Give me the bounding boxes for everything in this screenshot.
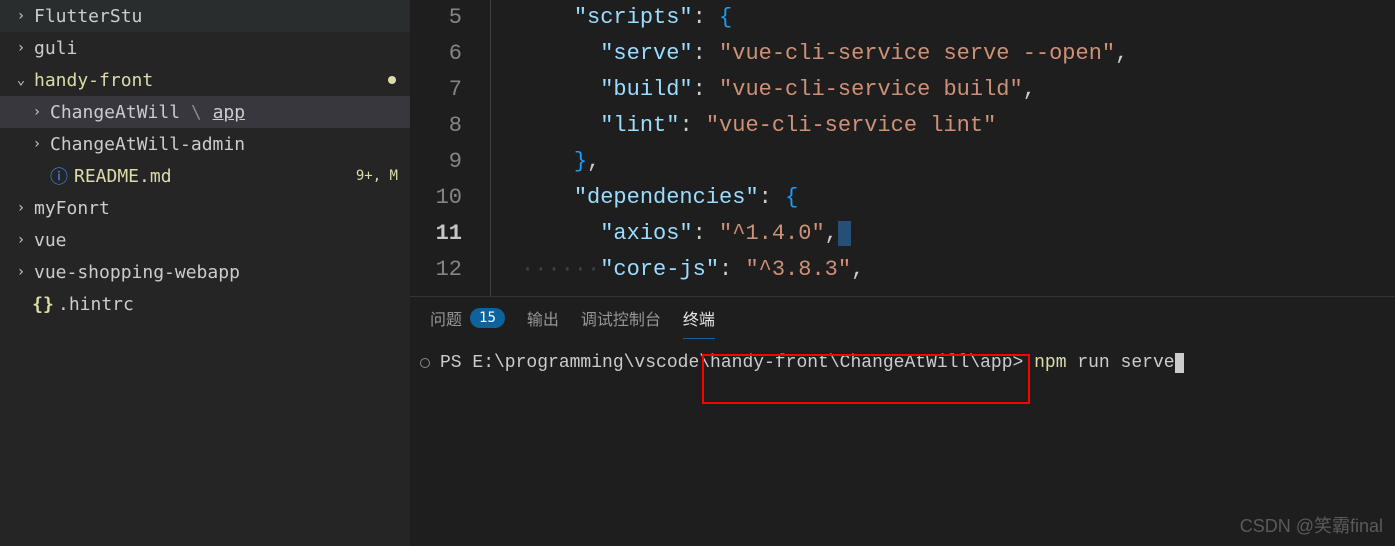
tree-label: vue-shopping-webapp	[34, 262, 410, 283]
tree-item-changeatwill[interactable]: ›ChangeAtWill \ app	[0, 96, 410, 128]
code-line[interactable]: },	[521, 144, 1395, 180]
tree-item--hintrc[interactable]: {} .hintrc	[0, 288, 410, 320]
chevron-right-icon[interactable]: ›	[12, 264, 30, 280]
code-line[interactable]: "axios": "^1.4.0",	[521, 216, 1395, 252]
chevron-down-icon[interactable]: ⌄	[12, 72, 30, 88]
tree-item-handy-front[interactable]: ⌄handy-front	[0, 64, 410, 96]
tree-label: .hintrc	[58, 294, 410, 315]
tree-label: guli	[34, 38, 410, 59]
tree-label: myFonrt	[34, 198, 410, 219]
tree-item-readme-md[interactable]: ⓘ README.md9+, M	[0, 160, 410, 192]
tree-label: handy-front	[34, 70, 388, 91]
tree-label: ChangeAtWill-admin	[50, 134, 410, 155]
tree-item-flutterstu[interactable]: ›FlutterStu	[0, 0, 410, 32]
line-number: 5	[410, 0, 462, 36]
tab-label: 调试控制台	[581, 306, 661, 330]
panel-tab-调试控制台[interactable]: 调试控制台	[581, 297, 661, 339]
terminal-line[interactable]: PS E:\programming\vscode\handy-front\Cha…	[420, 353, 1385, 373]
info-icon: ⓘ	[50, 167, 68, 185]
code-line[interactable]: "lint": "vue-cli-service lint"	[521, 108, 1395, 144]
chevron-right-icon[interactable]: ›	[12, 40, 30, 56]
panel-tabs[interactable]: 问题 15 输出调试控制台终端	[410, 297, 1395, 339]
line-gutter: 56789101112	[410, 0, 490, 296]
panel-tab-输出[interactable]: 输出	[527, 297, 559, 339]
count-badge: 15	[470, 308, 505, 328]
code-line[interactable]: "build": "vue-cli-service build",	[521, 72, 1395, 108]
panel-tab-问题[interactable]: 问题 15	[430, 297, 505, 339]
chevron-right-icon[interactable]: ›	[28, 104, 46, 120]
code-line[interactable]: "serve": "vue-cli-service serve --open",	[521, 36, 1395, 72]
tree-label: ChangeAtWill \ app	[50, 102, 410, 123]
tab-label: 问题	[430, 306, 462, 330]
bottom-panel: 问题 15 输出调试控制台终端 PS E:\programming\vscode\h…	[410, 296, 1395, 546]
tab-label: 输出	[527, 306, 559, 330]
tab-label: 终端	[683, 306, 715, 330]
panel-tab-终端[interactable]: 终端	[683, 297, 715, 339]
circle-icon	[420, 358, 430, 368]
code-editor[interactable]: 56789101112 "scripts": { "serve": "vue-c…	[410, 0, 1395, 296]
line-number: 9	[410, 144, 462, 180]
code-line[interactable]: ······"core-js": "^3.8.3",	[521, 252, 1395, 288]
chevron-right-icon[interactable]: ›	[28, 136, 46, 152]
terminal-command: npm	[1034, 353, 1066, 373]
line-number: 10	[410, 180, 462, 216]
line-number: 12	[410, 252, 462, 288]
tree-item-changeatwill-admin[interactable]: ›ChangeAtWill-admin	[0, 128, 410, 160]
terminal-args: run serve	[1077, 353, 1174, 373]
line-number: 6	[410, 36, 462, 72]
tree-label: README.md	[74, 166, 356, 187]
line-number: 8	[410, 108, 462, 144]
file-explorer-sidebar[interactable]: ›FlutterStu›guli⌄handy-front›ChangeAtWil…	[0, 0, 410, 546]
chevron-right-icon[interactable]: ›	[12, 8, 30, 24]
dirty-dot-icon	[388, 76, 396, 84]
tree-item-vue-shopping-webapp[interactable]: ›vue-shopping-webapp	[0, 256, 410, 288]
tree-item-myfonrt[interactable]: ›myFonrt	[0, 192, 410, 224]
tree-label: vue	[34, 230, 410, 251]
tree-item-guli[interactable]: ›guli	[0, 32, 410, 64]
code-line[interactable]: "dependencies": {	[521, 180, 1395, 216]
code-content[interactable]: "scripts": { "serve": "vue-cli-service s…	[490, 0, 1395, 296]
code-line[interactable]: "scripts": {	[521, 0, 1395, 36]
chevron-right-icon[interactable]: ›	[12, 200, 30, 216]
chevron-right-icon[interactable]: ›	[12, 232, 30, 248]
watermark: CSDN @笑霸final	[1240, 512, 1383, 538]
terminal-prompt: PS E:\programming\vscode\handy-front\Cha…	[440, 353, 1023, 373]
tree-item-vue[interactable]: ›vue	[0, 224, 410, 256]
modified-badge: 9+, M	[356, 168, 398, 184]
main-area: 56789101112 "scripts": { "serve": "vue-c…	[410, 0, 1395, 546]
tree-label: FlutterStu	[34, 6, 410, 27]
braces-icon: {}	[34, 295, 52, 313]
line-number: 11	[410, 216, 462, 252]
terminal-cursor	[1175, 353, 1184, 373]
line-number: 7	[410, 72, 462, 108]
